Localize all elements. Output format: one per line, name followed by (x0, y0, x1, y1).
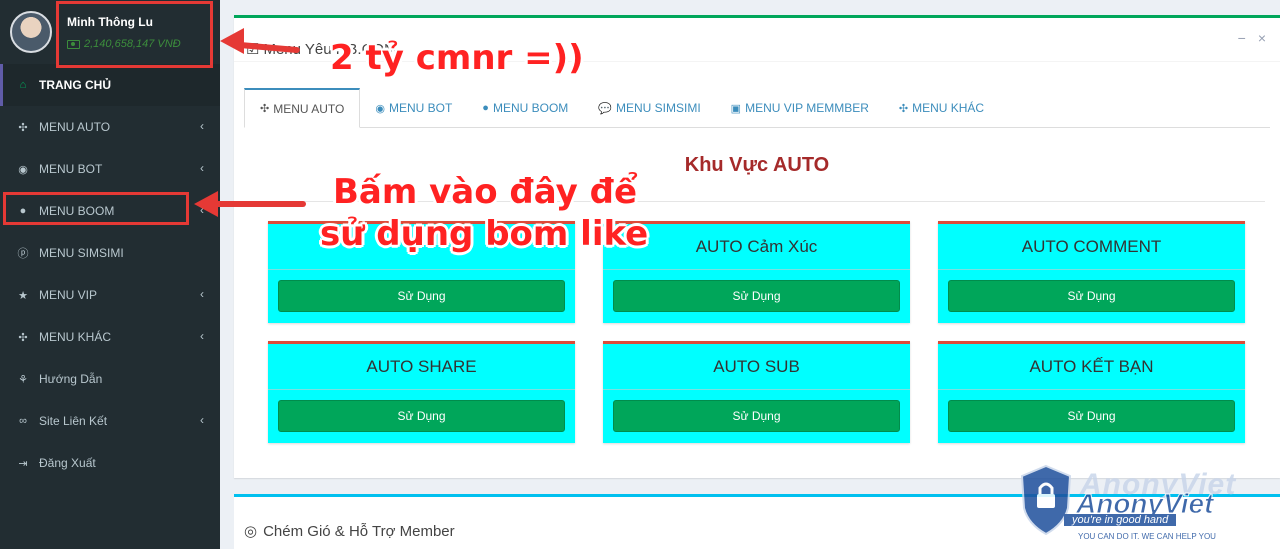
use-button[interactable]: Sử Dụng (948, 400, 1235, 432)
divider (603, 269, 910, 270)
arrow-line (214, 201, 306, 207)
divider (938, 269, 1245, 270)
card-title: AUTO SUB (713, 357, 800, 376)
sidebar-item-menu-bot[interactable]: ◉ MENU BOT ‹ (0, 148, 220, 190)
pinwheel-icon: ✣ (260, 103, 270, 115)
auto-card: AUTO SHARE Sử Dụng (268, 341, 575, 443)
arrow-head-icon (220, 28, 244, 54)
tab-label: MENU BOOM (492, 101, 569, 115)
tab-label: MENU AUTO (273, 101, 345, 116)
tab-label: MENU KHÁC (912, 101, 985, 115)
link-icon: ∞ (19, 415, 27, 427)
star-icon: ★ (18, 289, 28, 302)
divider (268, 389, 575, 390)
chat-icon: ⓟ (17, 248, 29, 260)
bomb-icon: ● (482, 102, 489, 114)
sidebar-item-label: Site Liên Kết (39, 414, 108, 428)
sidebar-item-menu-simsimi[interactable]: ⓟ MENU SIMSIMI (0, 232, 220, 274)
watermark-logo: AnonyViet AnonyViet you're in good hand … (1020, 462, 1280, 549)
tab-menu-boom[interactable]: ● MENU BOOM (467, 88, 583, 128)
pinwheel-icon: ✣ (18, 331, 28, 344)
sidebar-item-label: MENU SIMSIMI (39, 246, 124, 260)
logout-icon: ⇥ (18, 457, 28, 470)
sidebar-item-guide[interactable]: ⚘ Hướng Dẫn (0, 358, 220, 400)
sidebar-item-label: MENU VIP (39, 288, 98, 302)
use-button[interactable]: Sử Dụng (613, 400, 900, 432)
collapse-button[interactable]: − (1238, 30, 1246, 46)
sidebar-item-label: Đăng Xuất (39, 456, 96, 470)
sidebar-item-links[interactable]: ∞ Site Liên Kết ‹ (0, 400, 220, 442)
sidebar-item-home[interactable]: ⌂ TRANG CHỦ (0, 64, 220, 106)
auto-card: AUTO SUB Sử Dụng (603, 341, 910, 443)
pinwheel-icon: ✣ (18, 121, 28, 134)
watermark-slogan: you're in good hand (1064, 514, 1177, 526)
watermark-tagline: YOU CAN DO IT. WE CAN HELP YOU (1078, 532, 1216, 541)
tab-label: MENU BOT (388, 101, 453, 115)
chevron-left-icon: ‹ (200, 119, 204, 133)
home-icon: ⌂ (19, 79, 27, 91)
chevron-left-icon: ‹ (200, 161, 204, 175)
annotation-line2: sử dụng bom like (320, 214, 649, 254)
highlight-box-balance (56, 1, 213, 68)
tab-label: MENU SIMSIMI (616, 101, 701, 115)
robot-icon: ◉ (18, 163, 28, 176)
auto-card: AUTO Cảm Xúc Sử Dụng (603, 221, 910, 323)
chevron-left-icon: ‹ (200, 413, 204, 427)
guide-icon: ⚘ (18, 373, 28, 386)
sidebar-item-menu-khac[interactable]: ✣ MENU KHÁC ‹ (0, 316, 220, 358)
sidebar-item-label: MENU KHÁC (39, 330, 112, 344)
tab-menu-vip-member[interactable]: ▣ MENU VIP MEMMBER (716, 88, 884, 128)
divider (268, 269, 575, 270)
chat-icon: 💬 (598, 102, 612, 115)
chat-box-title: ◎ Chém Gió & Hỗ Trợ Member (244, 522, 455, 541)
robot-icon: ◉ (375, 102, 385, 115)
tab-menu-bot[interactable]: ◉ MENU BOT (360, 88, 467, 128)
card-title: AUTO Cảm Xúc (695, 237, 818, 256)
sidebar-item-label: TRANG CHỦ (39, 78, 111, 92)
divider (938, 389, 1245, 390)
box-tools: − × (1238, 30, 1266, 46)
auto-card: AUTO KẾT BẠN Sử Dụng (938, 341, 1245, 443)
use-button[interactable]: Sử Dụng (948, 280, 1235, 312)
chat-box-title-text: Chém Gió & Hỗ Trợ Member (263, 522, 455, 540)
sidebar-item-menu-vip[interactable]: ★ MENU VIP ‹ (0, 274, 220, 316)
arrow-head-icon (194, 191, 218, 217)
tab-menu-auto[interactable]: ✣ MENU AUTO (244, 88, 361, 128)
pinwheel-icon: ✣ (898, 102, 909, 115)
sidebar-item-label: MENU BOT (39, 162, 103, 176)
chevron-left-icon: ‹ (200, 329, 204, 343)
tab-label: MENU VIP MEMMBER (745, 101, 869, 115)
avatar[interactable] (10, 11, 52, 53)
annotation-line1: Bấm vào đây để (333, 172, 638, 212)
use-button[interactable]: Sử Dụng (613, 280, 900, 312)
auto-card: AUTO COMMENT Sử Dụng (938, 221, 1245, 323)
card-icon: ▣ (730, 102, 742, 115)
tab-menu-khac[interactable]: ✣ MENU KHÁC (884, 88, 999, 128)
card-title: AUTO SHARE (366, 357, 477, 376)
sidebar: Minh Thông Lu 2,140,658,147 VNĐ ⌂ TRANG … (0, 0, 220, 549)
use-button[interactable]: Sử Dụng (278, 280, 565, 312)
highlight-box-menu-boom (3, 192, 189, 225)
tab-menu-simsimi[interactable]: 💬 MENU SIMSIMI (583, 88, 715, 128)
close-button[interactable]: × (1258, 30, 1266, 46)
menu-tabs: ✣ MENU AUTO ◉ MENU BOT ● MENU BOOM 💬 MEN… (244, 88, 1270, 128)
card-title: AUTO KẾT BẠN (1029, 357, 1154, 376)
use-button[interactable]: Sử Dụng (278, 400, 565, 432)
sidebar-item-label: MENU AUTO (39, 120, 111, 134)
sidebar-item-menu-auto[interactable]: ✣ MENU AUTO ‹ (0, 106, 220, 148)
card-title: AUTO COMMENT (1021, 237, 1162, 256)
lifebuoy-icon: ◎ (244, 523, 258, 540)
sidebar-menu: ⌂ TRANG CHỦ ✣ MENU AUTO ‹ ◉ MENU BOT ‹ ●… (0, 64, 220, 484)
annotation-top: 2 tỷ cmnr =)) (330, 38, 584, 78)
sidebar-item-logout[interactable]: ⇥ Đăng Xuất (0, 442, 220, 484)
divider (603, 389, 910, 390)
chevron-left-icon: ‹ (200, 287, 204, 301)
sidebar-item-label: Hướng Dẫn (39, 372, 103, 386)
